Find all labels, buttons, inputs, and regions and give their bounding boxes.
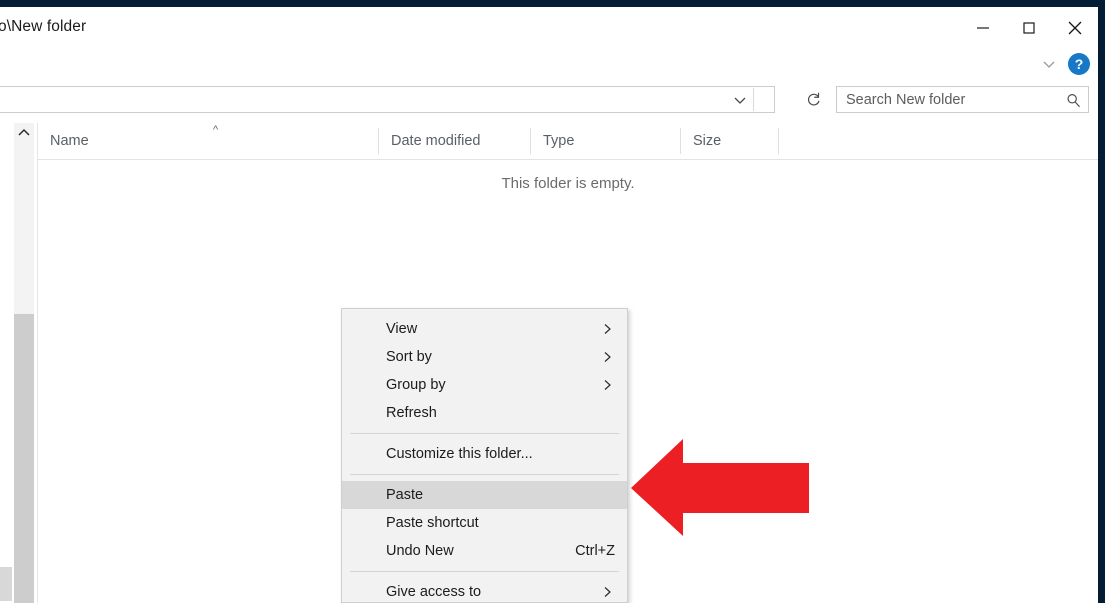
nav-pane-scrollbar-thumb[interactable] — [14, 314, 34, 603]
search-button[interactable] — [1064, 91, 1082, 109]
navigation-bar: Search New folder — [0, 79, 1098, 121]
search-input[interactable]: Search New folder — [846, 92, 965, 108]
window-chrome-right-border — [1098, 0, 1105, 603]
column-header-name[interactable]: Name ^ — [38, 123, 378, 159]
window-title: o\New folder — [0, 18, 87, 35]
pane-divider[interactable] — [37, 123, 38, 603]
context-menu-item-label: Customize this folder... — [386, 446, 533, 462]
context-menu-item-label: Give access to — [386, 584, 482, 600]
column-header-date-modified-label: Date modified — [391, 133, 481, 149]
screenshot-root: o\New folder ? Search New folder Name ^ … — [0, 0, 1105, 603]
chevron-down-icon — [734, 97, 746, 104]
refresh-icon — [807, 92, 820, 106]
column-header-size-label: Size — [693, 133, 722, 149]
chevron-right-icon — [601, 585, 614, 600]
maximize-icon — [1023, 21, 1035, 34]
close-icon — [1068, 21, 1082, 34]
context-menu-item-label: Refresh — [386, 405, 437, 421]
window-controls — [960, 7, 1098, 48]
search-icon — [1066, 93, 1080, 107]
sort-ascending-caret: ^ — [213, 124, 219, 136]
context-menu-item-customize-this-folder[interactable]: Customize this folder... — [342, 440, 627, 468]
help-button[interactable]: ? — [1068, 53, 1090, 75]
context-menu: View Sort by Group by Refresh Customize … — [341, 308, 628, 603]
context-menu-item-paste[interactable]: Paste — [342, 481, 627, 509]
context-menu-item-undo-new[interactable]: Undo New Ctrl+Z — [342, 537, 627, 565]
column-header-name-label: Name — [50, 133, 89, 149]
search-box[interactable]: Search New folder — [836, 86, 1089, 113]
context-menu-separator — [350, 474, 619, 475]
context-menu-item-paste-shortcut[interactable]: Paste shortcut — [342, 509, 627, 537]
window-chrome-top-border — [0, 0, 1105, 7]
ribbon-expand-button[interactable] — [1039, 55, 1059, 73]
red-arrow-annotation — [631, 437, 809, 537]
address-bar[interactable] — [0, 86, 775, 113]
address-history-button[interactable] — [727, 87, 753, 112]
left-arrow-annotation-icon — [631, 439, 809, 536]
context-menu-item-give-access-to[interactable]: Give access to — [342, 578, 627, 602]
empty-folder-message: This folder is empty. — [501, 175, 635, 192]
file-list-header: Name ^ Date modified Type Size — [38, 123, 1098, 160]
context-menu-item-shortcut: Ctrl+Z — [575, 543, 615, 559]
context-menu-item-label: Paste — [386, 487, 424, 503]
minimize-icon — [977, 26, 989, 29]
context-menu-item-group-by[interactable]: Group by — [342, 371, 627, 399]
title-bar: o\New folder — [0, 7, 1098, 48]
context-menu-item-label: Group by — [386, 377, 446, 393]
context-menu-item-refresh[interactable]: Refresh — [342, 399, 627, 427]
ribbon-bar: ? — [0, 48, 1098, 80]
context-menu-item-label: Paste shortcut — [386, 515, 479, 531]
column-header-type[interactable]: Type — [531, 123, 680, 159]
chevron-right-icon — [601, 350, 614, 365]
context-menu-separator — [350, 433, 619, 434]
chevron-up-icon — [18, 128, 30, 136]
chevron-down-icon — [1043, 61, 1055, 68]
close-button[interactable] — [1052, 7, 1098, 48]
context-menu-item-label: Sort by — [386, 349, 432, 365]
context-menu-item-sort-by[interactable]: Sort by — [342, 343, 627, 371]
context-menu-separator — [350, 571, 619, 572]
maximize-button[interactable] — [1006, 7, 1052, 48]
column-header-type-label: Type — [543, 133, 575, 149]
minimize-button[interactable] — [960, 7, 1006, 48]
nav-pane-scroll-up-button[interactable] — [14, 123, 34, 143]
context-menu-item-label: View — [386, 321, 418, 337]
column-header-date-modified[interactable]: Date modified — [379, 123, 530, 159]
context-menu-item-view[interactable]: View — [342, 315, 627, 343]
refresh-button[interactable] — [800, 86, 826, 113]
column-divider[interactable] — [778, 128, 779, 154]
nav-pane-scrollbar-corner — [0, 567, 12, 601]
address-bar-divider — [753, 88, 754, 111]
chevron-right-icon — [601, 378, 614, 393]
context-menu-item-label: Undo New — [386, 543, 454, 559]
column-header-size[interactable]: Size — [681, 123, 778, 159]
chevron-right-icon — [601, 322, 614, 337]
